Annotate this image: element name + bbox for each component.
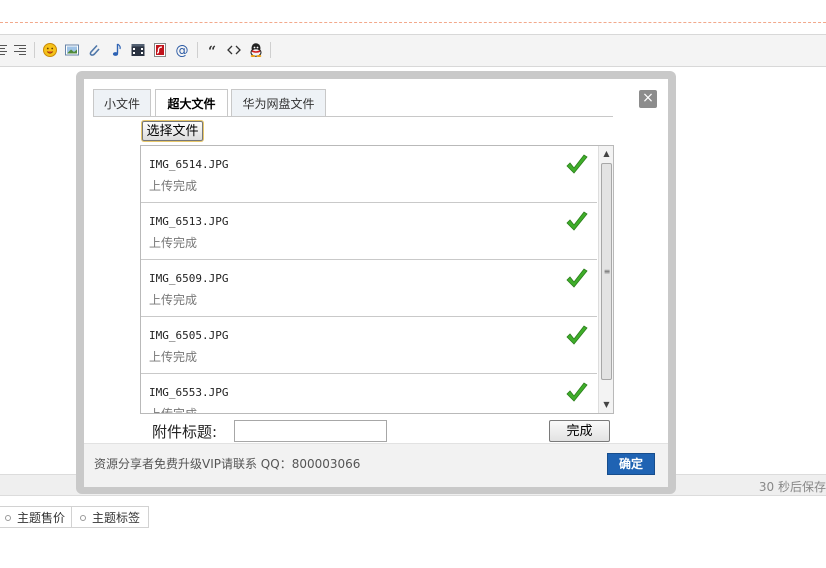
align-right-icon[interactable] <box>12 42 28 58</box>
code-icon[interactable] <box>226 42 242 58</box>
list-item: IMG_6553.JPG 上传完成 <box>141 374 597 414</box>
upload-status: 上传完成 <box>149 236 198 250</box>
upload-status: 上传完成 <box>149 407 198 414</box>
tab-large-files[interactable]: 超大文件 <box>155 89 228 117</box>
tab-huawei-cloud[interactable]: 华为网盘文件 <box>231 89 326 116</box>
tabs-underline <box>93 116 613 117</box>
scroll-down-icon[interactable]: ▼ <box>599 398 613 412</box>
check-icon <box>566 154 588 174</box>
vip-contact-text: 资源分享者免费升级VIP请联系 QQ：800003066 <box>94 457 361 471</box>
at-icon[interactable]: @ <box>174 42 190 59</box>
toolbar-divider <box>270 42 271 58</box>
done-button[interactable]: 完成 <box>549 420 610 442</box>
file-name: IMG_6505.JPG <box>149 329 229 342</box>
upload-status: 上传完成 <box>149 293 198 307</box>
editor-toolbar: @ “ <box>0 34 826 67</box>
upload-file-list[interactable]: IMG_6514.JPG 上传完成 IMG_6513.JPG 上传完成 IMG_… <box>140 145 614 414</box>
list-item: IMG_6513.JPG 上传完成 <box>141 203 597 260</box>
video-icon[interactable] <box>130 42 146 58</box>
choose-file-button[interactable]: 选择文件 <box>142 121 203 141</box>
tab-small-files[interactable]: 小文件 <box>93 89 151 116</box>
check-icon <box>566 268 588 288</box>
scroll-up-icon[interactable]: ▲ <box>599 147 613 161</box>
quote-icon[interactable]: “ <box>204 42 220 60</box>
attachment-icon[interactable] <box>86 42 102 58</box>
upload-status: 上传完成 <box>149 350 198 364</box>
align-center-icon[interactable] <box>0 42 10 58</box>
qq-icon[interactable] <box>248 42 264 58</box>
grip-icon: ≡ <box>603 267 611 276</box>
file-list-scrollbar[interactable]: ▲ ≡ ▼ <box>598 146 613 413</box>
bullet-icon <box>5 514 11 521</box>
check-icon <box>566 211 588 231</box>
upload-status: 上传完成 <box>149 179 198 193</box>
attachment-title-input[interactable] <box>234 420 387 442</box>
toolbar-divider <box>197 42 198 58</box>
file-name: IMG_6553.JPG <box>149 386 229 399</box>
scrollbar-thumb[interactable]: ≡ <box>601 163 612 380</box>
file-name: IMG_6513.JPG <box>149 215 229 228</box>
smiley-icon[interactable] <box>42 42 58 58</box>
autosave-countdown: 30 秒后保存 <box>758 480 826 494</box>
separator-dashed <box>0 22 826 23</box>
svg-text:@: @ <box>176 44 189 59</box>
file-name: IMG_6509.JPG <box>149 272 229 285</box>
upload-dialog: 小文件 超大文件 华为网盘文件 × 选择文件 IMG_6514.JPG 上传完成… <box>84 79 668 487</box>
list-item: IMG_6514.JPG 上传完成 <box>141 146 597 203</box>
topic-price-label: 主题售价 <box>17 511 66 525</box>
music-icon[interactable] <box>108 42 124 58</box>
image-icon[interactable] <box>64 42 80 58</box>
list-item: IMG_6505.JPG 上传完成 <box>141 317 597 374</box>
confirm-button[interactable]: 确定 <box>607 453 655 475</box>
attachment-title-label: 附件标题: <box>152 423 218 441</box>
bullet-icon <box>80 514 86 521</box>
file-name: IMG_6514.JPG <box>149 158 229 171</box>
list-item: IMG_6509.JPG 上传完成 <box>141 260 597 317</box>
svg-text:“: “ <box>208 44 216 58</box>
toolbar-divider <box>34 42 35 58</box>
close-button[interactable]: × <box>639 90 657 108</box>
check-icon <box>566 382 588 402</box>
topic-tags-label: 主题标签 <box>92 511 141 525</box>
flash-icon[interactable] <box>152 42 168 58</box>
dialog-footer: 资源分享者免费升级VIP请联系 QQ：800003066 确定 <box>84 443 668 487</box>
check-icon <box>566 325 588 345</box>
topic-price-button[interactable]: 主题售价 <box>0 506 75 528</box>
topic-tags-button[interactable]: 主题标签 <box>71 506 150 528</box>
